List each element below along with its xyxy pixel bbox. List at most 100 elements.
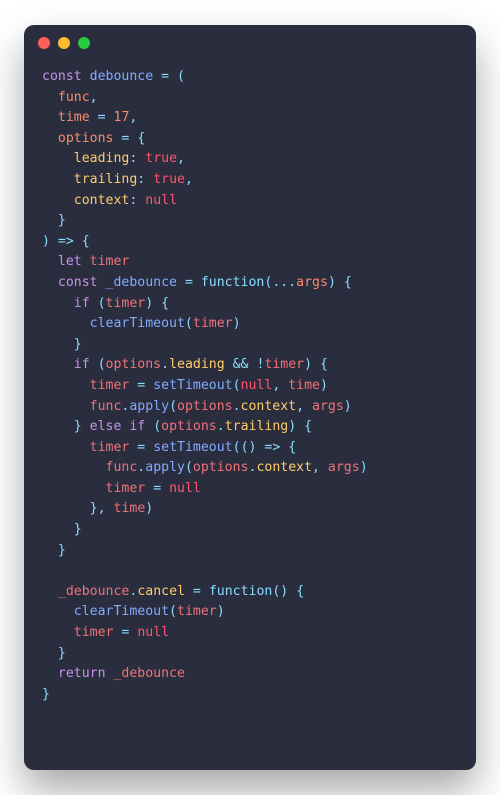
code-token: function	[209, 584, 273, 599]
code-token: )	[360, 460, 368, 475]
code-token	[42, 172, 74, 187]
code-token: )	[304, 357, 312, 372]
code-token: (	[98, 357, 106, 372]
code-line: }	[42, 335, 458, 356]
code-token: .	[217, 419, 225, 434]
code-token	[42, 110, 58, 125]
code-token: options	[106, 357, 162, 372]
code-line: }	[42, 520, 458, 541]
code-token: time	[114, 501, 146, 516]
code-token: debounce	[90, 69, 154, 84]
code-token: timer	[193, 316, 233, 331]
code-token: {	[320, 357, 328, 372]
close-icon[interactable]	[38, 37, 50, 49]
code-token: context	[256, 460, 312, 475]
code-token: {	[161, 296, 169, 311]
code-token	[106, 501, 114, 516]
code-token	[42, 604, 74, 619]
code-token	[336, 275, 344, 290]
code-token	[42, 522, 74, 537]
code-token: _debounce	[106, 275, 177, 290]
code-line	[42, 561, 458, 582]
code-token: }	[42, 687, 50, 702]
code-token: clearTimeout	[90, 316, 185, 331]
code-token	[193, 275, 201, 290]
code-token: .	[233, 399, 241, 414]
code-token	[312, 357, 320, 372]
code-token: ...	[272, 275, 296, 290]
code-line: }	[42, 541, 458, 562]
code-line: _debounce.cancel = function() {	[42, 582, 458, 603]
code-line: func.apply(options.context, args)	[42, 458, 458, 479]
code-token: timer	[74, 625, 114, 640]
code-token: (	[98, 296, 106, 311]
code-token: (	[233, 378, 241, 393]
code-token: )	[328, 275, 336, 290]
code-token	[304, 399, 312, 414]
code-token: timer	[90, 440, 130, 455]
code-line: timer = setTimeout(() => {	[42, 438, 458, 459]
code-token: options	[161, 419, 217, 434]
code-token: true	[145, 151, 177, 166]
code-token	[42, 378, 90, 393]
code-token: let	[58, 254, 90, 269]
code-line: ) => {	[42, 232, 458, 253]
code-token: setTimeout	[153, 440, 232, 455]
code-token: )	[233, 316, 241, 331]
code-token: leading	[169, 357, 225, 372]
code-token: apply	[129, 399, 169, 414]
code-token: {	[344, 275, 352, 290]
code-token	[161, 481, 169, 496]
code-token: =	[185, 275, 193, 290]
code-token: trailing	[74, 172, 138, 187]
code-token	[42, 481, 106, 496]
code-token: (	[169, 604, 177, 619]
code-token	[201, 584, 209, 599]
code-token: (	[185, 460, 193, 475]
code-token	[42, 666, 58, 681]
code-line: if (options.leading && !timer) {	[42, 355, 458, 376]
code-token: =>	[58, 234, 74, 249]
code-token: _debounce	[113, 666, 184, 681]
code-token	[169, 69, 177, 84]
code-token: {	[296, 584, 304, 599]
code-token: ,	[98, 501, 106, 516]
code-token	[153, 296, 161, 311]
code-token: (	[233, 440, 241, 455]
code-line: func,	[42, 88, 458, 109]
code-token: (	[169, 399, 177, 414]
code-line: time = 17,	[42, 108, 458, 129]
code-token: _debounce	[58, 584, 129, 599]
code-line: timer = null	[42, 623, 458, 644]
code-token: =	[153, 481, 161, 496]
minimize-icon[interactable]	[58, 37, 70, 49]
code-token	[153, 69, 161, 84]
code-token	[296, 419, 304, 434]
code-token: ,	[185, 172, 193, 187]
code-token: args	[312, 399, 344, 414]
code-line: }	[42, 211, 458, 232]
code-token	[288, 584, 296, 599]
code-token	[42, 543, 58, 558]
maximize-icon[interactable]	[78, 37, 90, 49]
code-token: .	[161, 357, 169, 372]
code-token: null	[145, 193, 177, 208]
code-line: clearTimeout(timer)	[42, 314, 458, 335]
code-line: timer = null	[42, 479, 458, 500]
code-token: )	[288, 419, 296, 434]
code-token	[145, 481, 153, 496]
code-token: timer	[106, 481, 146, 496]
code-token	[145, 378, 153, 393]
code-token: =>	[264, 440, 280, 455]
code-token	[42, 419, 74, 434]
code-token	[42, 296, 74, 311]
code-token: )	[145, 501, 153, 516]
code-token: =	[161, 69, 169, 84]
code-token	[225, 357, 233, 372]
code-token: timer	[264, 357, 304, 372]
code-token: leading	[74, 151, 130, 166]
code-token: const	[58, 275, 106, 290]
code-token: null	[241, 378, 273, 393]
code-token	[42, 151, 74, 166]
code-token: null	[137, 625, 169, 640]
